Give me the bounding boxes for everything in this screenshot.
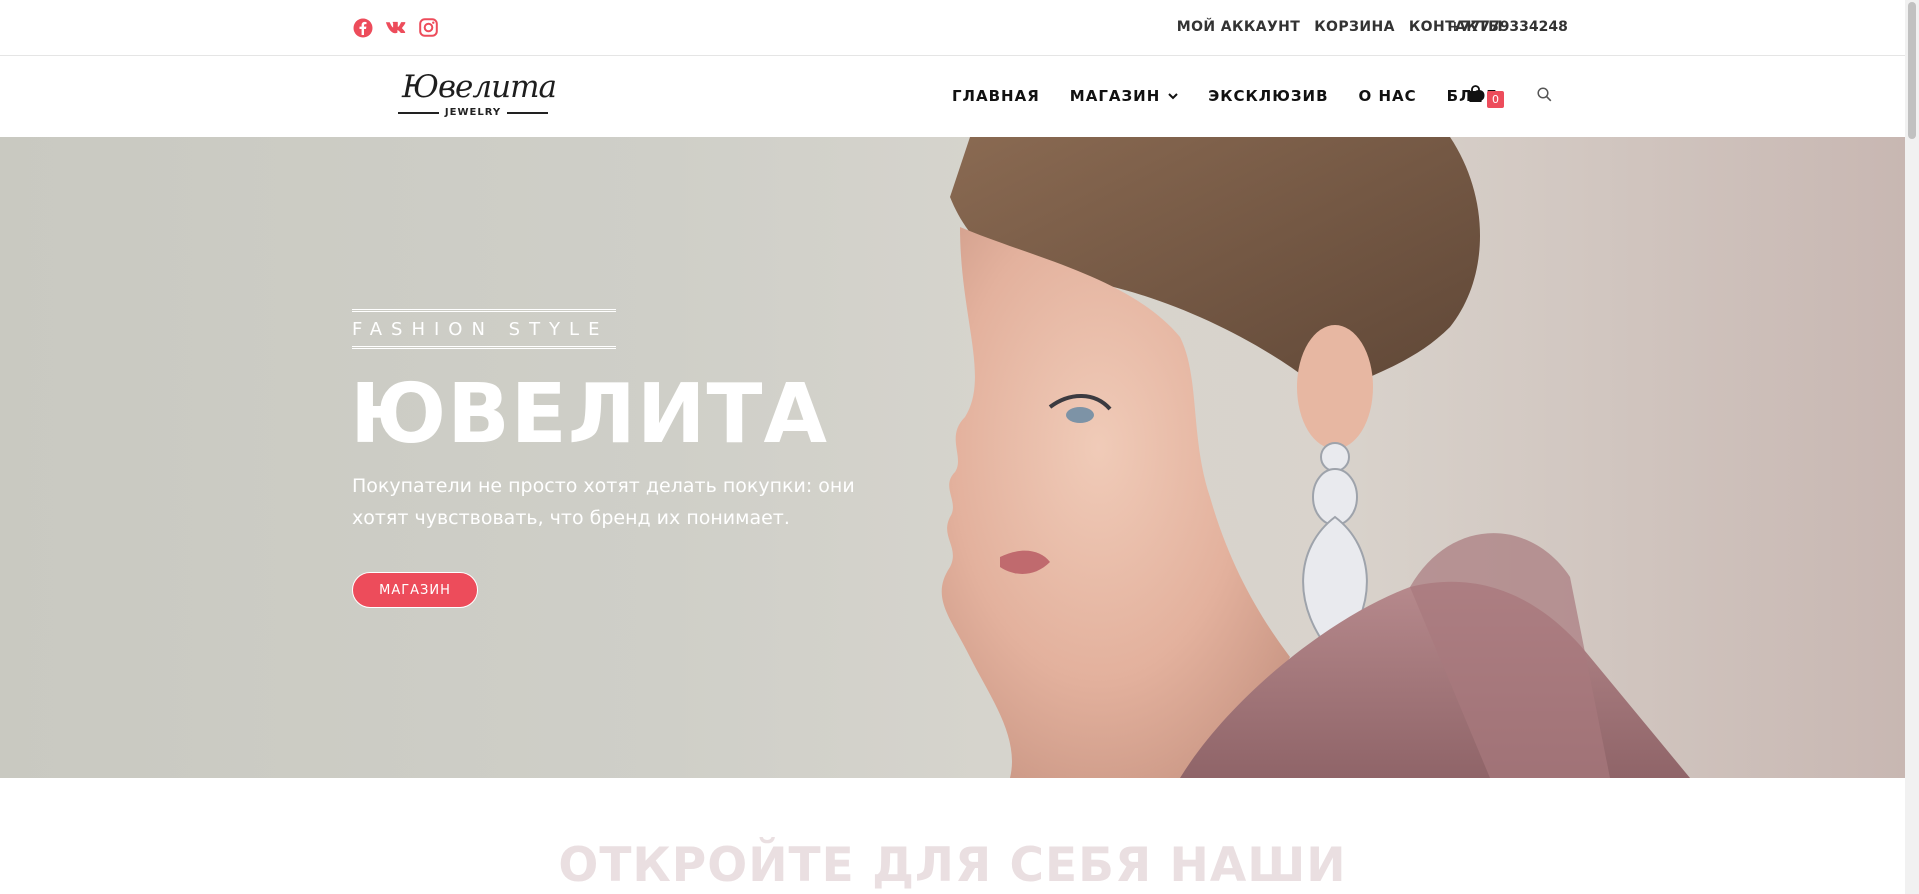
main-nav: ГЛАВНАЯ МАГАЗИН ЭКСКЛЮЗИВ О НАС БЛОГ [952,87,1527,105]
nav-item-shop[interactable]: МАГАЗИН [1070,87,1178,105]
my-account-link[interactable]: МОЙ АККАУНТ [1177,19,1300,35]
nav-item-label: О НАС [1358,87,1417,105]
instagram-icon[interactable] [418,17,439,38]
vk-icon[interactable] [385,17,406,38]
cart-count-badge: 0 [1487,91,1504,108]
scrollbar-thumb[interactable] [1908,2,1916,139]
logo-script: Ювелита [402,69,557,105]
nav-item-exclusive[interactable]: ЭКСКЛЮЗИВ [1208,87,1328,105]
logo-sub-text: JEWELRY [444,107,502,118]
facebook-icon[interactable] [352,17,373,38]
nav-item-label: ГЛАВНАЯ [952,87,1040,105]
site-logo[interactable]: Ювелита JEWELRY [398,69,557,123]
shop-button[interactable]: МАГАЗИН [352,572,478,608]
hero-model-image [941,137,1690,778]
section-heading: ОТКРОЙТЕ ДЛЯ СЕБЯ НАШИ [558,838,1347,893]
top-bar: МОЙ АККАУНТ КОРЗИНА КОНТАКТЫ +7777933424… [0,0,1905,56]
logo-divider-left [398,111,439,114]
chevron-down-icon [1168,89,1178,103]
nav-item-label: ЭКСКЛЮЗИВ [1208,87,1329,105]
nav-item-about[interactable]: О НАС [1359,87,1417,105]
logo-divider-right [507,111,548,114]
site-header: Ювелита JEWELRY ГЛАВНАЯ МАГАЗИН ЭКСКЛЮЗИ… [0,57,1905,137]
cart-link[interactable]: КОРЗИНА [1314,19,1395,35]
phone-number[interactable]: +77779334248 [1449,19,1568,35]
cart-button[interactable]: 0 [1467,85,1504,108]
nav-item-label: МАГАЗИН [1069,87,1161,105]
nav-item-home[interactable]: ГЛАВНАЯ [952,87,1040,105]
logo-subtitle: JEWELRY [398,107,548,118]
social-links [352,17,439,38]
hero-title: ЮВЕЛИТА [350,367,828,462]
shopping-bag-icon [1467,85,1484,103]
hero-description: Покупатели не просто хотят делать покупк… [352,475,855,529]
hero-banner: FASHION STYLE ЮВЕЛИТА Покупатели не прос… [0,137,1905,778]
page-scrollbar[interactable] [1905,0,1919,894]
search-icon[interactable] [1537,87,1552,106]
hero-kicker: FASHION STYLE [352,309,616,349]
